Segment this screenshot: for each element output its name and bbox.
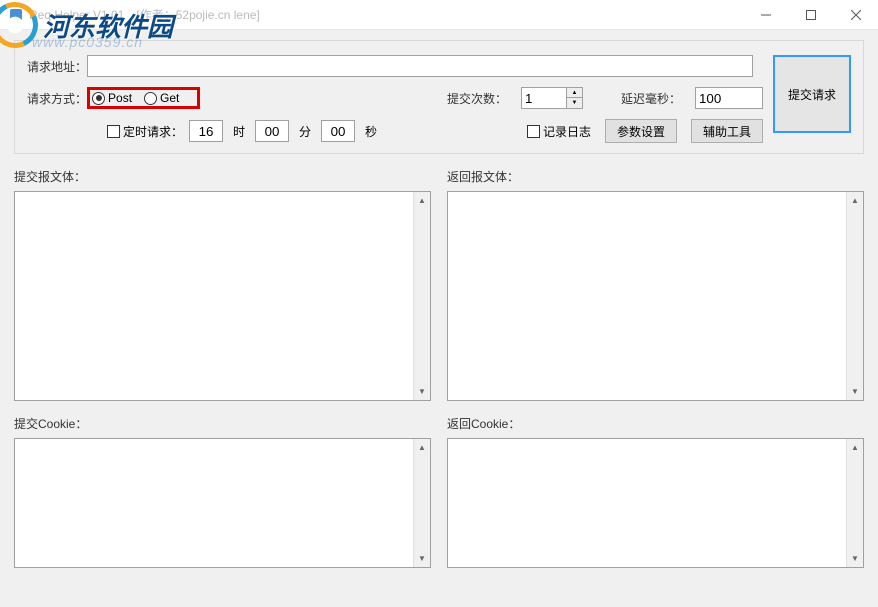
second-label: 秒 [365,123,377,140]
scrollbar[interactable]: ▲ ▼ [846,439,863,567]
aux-tools-button[interactable]: 辅助工具 [691,119,763,143]
submit-count-spinner[interactable]: ▲ ▼ [521,87,583,109]
submit-count-label: 提交次数： [447,90,507,107]
titlebar: Req Helper V1.01 [作者：52pojie.cn lene] [0,0,878,30]
minimize-button[interactable] [743,0,788,30]
scrollbar[interactable]: ▲ ▼ [846,192,863,400]
submit-cookie-textarea[interactable]: ▲ ▼ [14,438,431,568]
radio-get-indicator [144,92,157,105]
timed-checkbox-box [107,125,120,138]
second-input[interactable] [321,120,355,142]
spinner-up-icon[interactable]: ▲ [567,88,582,98]
scroll-up-icon[interactable]: ▲ [414,439,430,456]
param-settings-button[interactable]: 参数设置 [605,119,677,143]
method-highlight-box: Post Get [87,87,200,109]
url-input[interactable] [87,55,753,77]
radio-post-indicator [92,92,105,105]
radio-get-label: Get [160,91,179,105]
submit-body-label: 提交报文体： [14,168,431,185]
scroll-up-icon[interactable]: ▲ [847,439,863,456]
radio-get[interactable]: Get [144,91,179,105]
minute-input[interactable] [255,120,289,142]
app-icon [8,7,24,23]
submit-request-button[interactable]: 提交请求 [773,55,851,133]
log-checkbox-box [527,125,540,138]
scroll-up-icon[interactable]: ▲ [414,192,430,209]
submit-count-input[interactable] [522,88,566,108]
timed-request-checkbox[interactable]: 定时请求： [107,123,183,140]
url-label: 请求地址： [27,58,87,75]
window-controls [743,0,878,30]
log-label: 记录日志 [543,123,591,140]
request-settings-group: 请求地址： 请求方式： Post Get [14,40,864,154]
scroll-down-icon[interactable]: ▼ [847,550,863,567]
scrollbar[interactable]: ▲ ▼ [413,192,430,400]
scroll-down-icon[interactable]: ▼ [847,383,863,400]
radio-post-label: Post [108,91,132,105]
scroll-down-icon[interactable]: ▼ [414,550,430,567]
submit-body-textarea[interactable]: ▲ ▼ [14,191,431,401]
submit-cookie-label: 提交Cookie： [14,415,431,432]
return-cookie-label: 返回Cookie： [447,415,864,432]
return-body-label: 返回报文体： [447,168,864,185]
scroll-up-icon[interactable]: ▲ [847,192,863,209]
window-title: Req Helper V1.01 [作者：52pojie.cn lene] [29,6,260,23]
maximize-button[interactable] [788,0,833,30]
timed-label: 定时请求： [123,123,183,140]
scroll-down-icon[interactable]: ▼ [414,383,430,400]
delay-label: 延迟毫秒： [621,90,681,107]
scrollbar[interactable]: ▲ ▼ [413,439,430,567]
hour-label: 时 [233,123,245,140]
hour-input[interactable] [189,120,223,142]
return-cookie-textarea[interactable]: ▲ ▼ [447,438,864,568]
submit-label: 提交请求 [788,86,836,103]
spinner-down-icon[interactable]: ▼ [567,98,582,108]
method-label: 请求方式： [27,90,87,107]
log-checkbox[interactable]: 记录日志 [527,123,591,140]
radio-post[interactable]: Post [92,91,132,105]
delay-input[interactable] [695,87,763,109]
close-button[interactable] [833,0,878,30]
return-body-textarea[interactable]: ▲ ▼ [447,191,864,401]
minute-label: 分 [299,123,311,140]
